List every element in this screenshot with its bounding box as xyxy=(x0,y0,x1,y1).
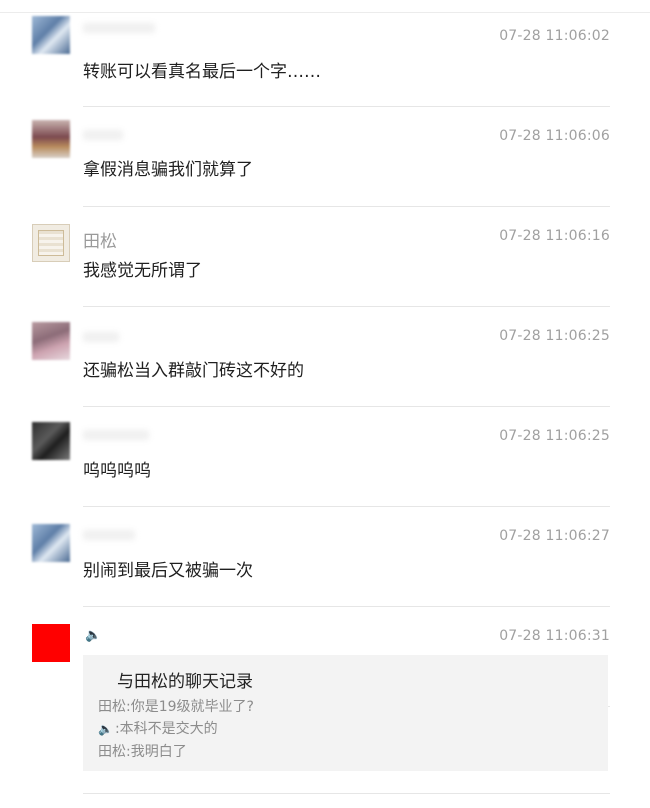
message-text: 拿假消息骗我们就算了 xyxy=(83,160,253,180)
message-text: 转账可以看真名最后一个字…… xyxy=(83,62,321,82)
message-time: 07-28 11:06:06 xyxy=(499,128,610,144)
chat-record-card[interactable]: 与田松的聊天记录 田松:你是19级就毕业了? 🔈:本科不是交大的 田松:我明白了 xyxy=(83,655,608,771)
sender-name: 田松 xyxy=(83,232,117,252)
chat-record-title: 与田松的聊天记录 xyxy=(117,672,253,692)
chat-message: 07-28 11:06:06 拿假消息骗我们就算了 xyxy=(0,100,650,207)
sender-name xyxy=(83,530,135,540)
message-time: 07-28 11:06:16 xyxy=(499,228,610,244)
bottom-divider xyxy=(83,793,610,794)
chat-record-line: 田松:我明白了 xyxy=(98,741,187,761)
message-time: 07-28 11:06:25 xyxy=(499,428,610,444)
chat-record-prefix: 田松: xyxy=(98,699,131,715)
chat-message: 田松 07-28 11:06:16 我感觉无所谓了 xyxy=(0,200,650,307)
avatar[interactable] xyxy=(32,624,70,662)
avatar[interactable] xyxy=(32,16,70,54)
message-time: 07-28 11:06:25 xyxy=(499,328,610,344)
sender-name xyxy=(83,23,155,33)
avatar[interactable] xyxy=(32,224,70,262)
message-text: 我感觉无所谓了 xyxy=(83,261,202,281)
message-time: 07-28 11:06:27 xyxy=(499,528,610,544)
message-text: 还骗松当入群敲门砖这不好的 xyxy=(83,361,304,381)
chat-message: 07-28 11:06:27 别闹到最后又被骗一次 xyxy=(0,500,650,607)
chat-message: 07-28 11:06:02 转账可以看真名最后一个字…… xyxy=(0,0,650,107)
chat-message: 07-28 11:06:25 呜呜呜呜 xyxy=(0,400,650,507)
chat-message: 07-28 11:06:25 还骗松当入群敲门砖这不好的 xyxy=(0,300,650,407)
avatar[interactable] xyxy=(32,524,70,562)
message-time: 07-28 11:06:02 xyxy=(499,28,610,44)
chat-record-text: 我明白了 xyxy=(130,744,187,760)
chat-record-prefix: 田松: xyxy=(98,744,131,760)
speaker-icon: 🔈 xyxy=(98,722,113,736)
sender-name xyxy=(83,332,119,342)
speaker-icon: 🔈 xyxy=(85,628,102,643)
avatar[interactable] xyxy=(32,120,70,158)
message-time: 07-28 11:06:31 xyxy=(499,628,610,644)
avatar[interactable] xyxy=(32,322,70,360)
chat-record-line: 🔈:本科不是交大的 xyxy=(98,718,218,738)
message-text: 别闹到最后又被骗一次 xyxy=(83,561,253,581)
message-text: 呜呜呜呜 xyxy=(83,461,151,481)
sender-name xyxy=(83,430,149,440)
chat-record-line: 田松:你是19级就毕业了? xyxy=(98,696,254,716)
chat-record-text: :本科不是交大的 xyxy=(114,721,218,737)
avatar[interactable] xyxy=(32,422,70,460)
chat-record-text: 你是19级就毕业了? xyxy=(130,699,254,715)
sender-name xyxy=(83,130,123,140)
